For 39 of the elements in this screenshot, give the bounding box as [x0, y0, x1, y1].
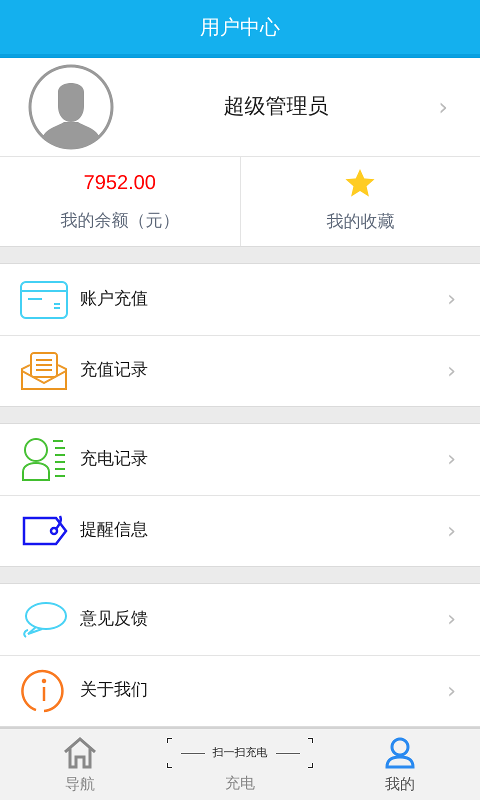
user-name: 超级管理员	[222, 92, 330, 120]
stat-label: 我的收藏	[326, 210, 394, 234]
chevron: ›	[447, 446, 456, 474]
stat-tile[interactable]: 7952.00 我的余额（元）	[0, 156, 240, 246]
menu-item[interactable]: 提醒信息 ›	[0, 495, 480, 566]
envelope-icon	[20, 351, 68, 392]
avatar-icon	[28, 64, 114, 150]
balance-amount: 7952.00	[84, 170, 156, 196]
page-title: 用户中心	[200, 14, 280, 41]
chevron: ›	[447, 606, 456, 634]
menu-item[interactable]: 充电记录 ›	[0, 424, 480, 496]
menu-item[interactable]: 充值记录 ›	[0, 335, 480, 406]
user-icon	[385, 737, 415, 770]
profile-row[interactable]: 超级管理员 ›	[0, 58, 480, 157]
chevron: ›	[438, 92, 449, 123]
menu-item[interactable]: 关于我们 ›	[0, 655, 480, 726]
home-icon	[63, 737, 97, 770]
menu-label: 意见反馈	[80, 608, 149, 631]
menu-item[interactable]: 账户充值 ›	[0, 264, 480, 336]
nav-tab[interactable]: 扫一扫充电 充电	[160, 729, 320, 800]
star-icon	[343, 168, 378, 198]
chevron: ›	[447, 518, 456, 546]
card-icon	[20, 280, 68, 319]
chevron: ›	[447, 286, 456, 314]
menu-label: 充值记录	[80, 359, 149, 382]
menu-label: 关于我们	[80, 679, 149, 702]
nav-tab[interactable]: 我的	[320, 729, 480, 800]
chevron: ›	[447, 358, 456, 386]
stat-tile[interactable]: 我的收藏	[240, 156, 480, 246]
chevron: ›	[447, 678, 456, 706]
menu-label: 账户充值	[80, 288, 149, 311]
menu-item[interactable]: 意见反馈 ›	[0, 584, 480, 656]
tag-icon	[20, 514, 68, 548]
stat-label: 我的余额（元）	[60, 210, 180, 233]
scan-label: 扫一扫充电	[212, 745, 268, 762]
menu-label: 提醒信息	[80, 519, 149, 542]
chat-bubbles-icon	[20, 600, 68, 640]
menu-label: 充电记录	[80, 448, 149, 471]
user-list-icon	[21, 438, 67, 482]
